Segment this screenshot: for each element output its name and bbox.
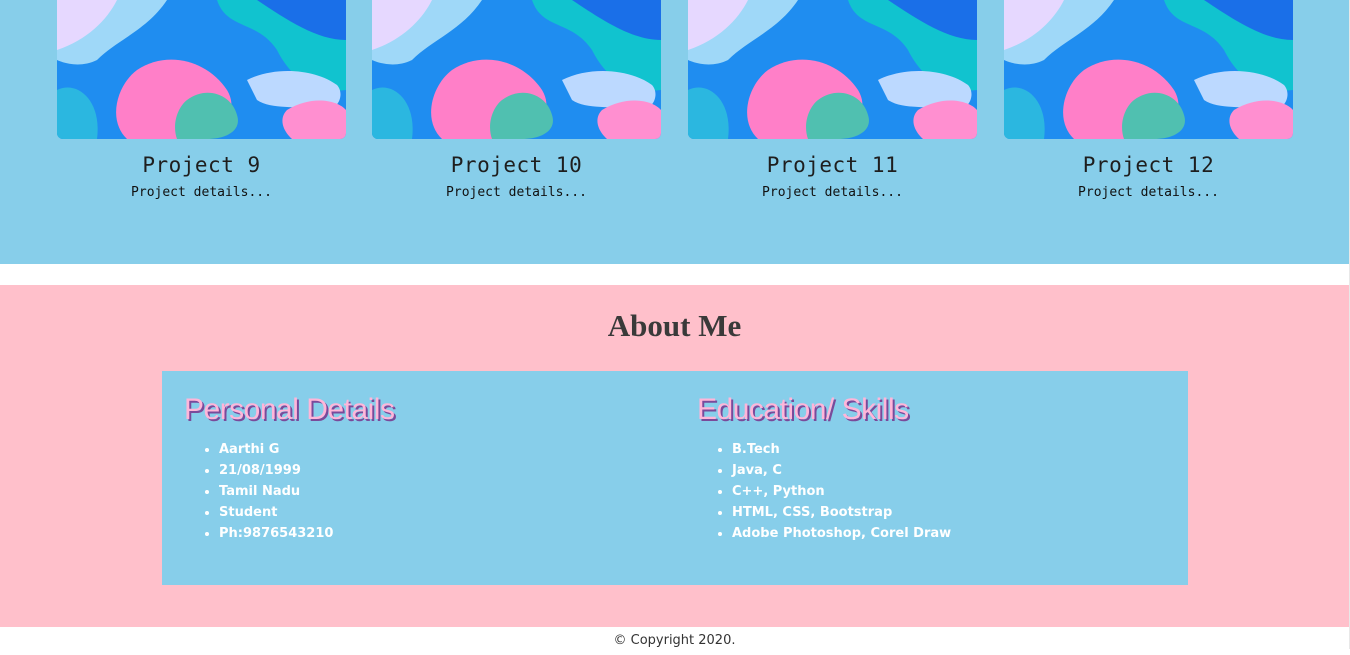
list-item: C++, Python: [732, 481, 951, 502]
project-title: Project 12: [1082, 153, 1215, 177]
project-details: Project details...: [762, 185, 903, 200]
personal-details-column: Personal Details Aarthi G 21/08/1999 Tam…: [184, 393, 395, 544]
about-section: About Me Personal Details Aarthi G 21/08…: [0, 285, 1349, 627]
project-title: Project 10: [450, 153, 583, 177]
list-item: Java, C: [732, 460, 951, 481]
education-skills-list: B.Tech Java, C C++, Python HTML, CSS, Bo…: [697, 439, 951, 544]
project-title: Project 9: [142, 153, 261, 177]
project-details: Project details...: [131, 185, 272, 200]
personal-details-heading: Personal Details: [184, 393, 395, 426]
list-item: Adobe Photoshop, Corel Draw: [732, 523, 951, 544]
footer: © Copyright 2020.: [0, 627, 1349, 649]
project-details: Project details...: [446, 185, 587, 200]
list-item: Aarthi G: [219, 439, 394, 460]
project-card[interactable]: Project 9 Project details...: [57, 0, 346, 200]
project-card[interactable]: Project 12 Project details...: [1004, 0, 1293, 200]
list-item: HTML, CSS, Bootstrap: [732, 502, 951, 523]
about-heading: About Me: [607, 308, 742, 343]
project-card[interactable]: Project 10 Project details...: [372, 0, 661, 200]
list-item: Tamil Nadu: [219, 481, 394, 502]
list-item: Ph:9876543210: [219, 523, 394, 544]
project-thumbnail[interactable]: [57, 0, 346, 139]
project-thumbnail[interactable]: [372, 0, 661, 139]
education-skills-column: Education/ Skills B.Tech Java, C C++, Py…: [697, 393, 951, 544]
list-item: 21/08/1999: [219, 460, 394, 481]
personal-details-list: Aarthi G 21/08/1999 Tamil Nadu Student P…: [184, 439, 394, 544]
project-title: Project 11: [766, 153, 899, 177]
project-details: Project details...: [1078, 185, 1219, 200]
list-item: Student: [219, 502, 394, 523]
project-thumbnail[interactable]: [688, 0, 977, 139]
projects-section: Project 9 Project details... Project 10 …: [0, 0, 1349, 264]
education-skills-heading: Education/ Skills: [697, 393, 909, 426]
about-panel: Personal Details Aarthi G 21/08/1999 Tam…: [162, 371, 1188, 585]
project-thumbnail[interactable]: [1004, 0, 1293, 139]
project-card[interactable]: Project 11 Project details...: [688, 0, 977, 200]
list-item: B.Tech: [732, 439, 951, 460]
copyright-text: © Copyright 2020.: [613, 633, 736, 648]
